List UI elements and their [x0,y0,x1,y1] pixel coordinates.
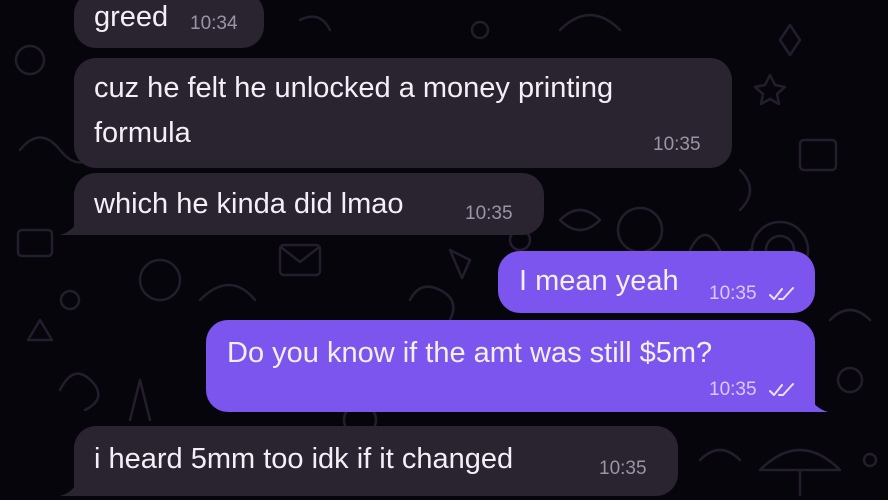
message-text-line: cuz he felt he unlocked a money printing [94,72,614,104]
message-time: 10:35 [709,379,757,400]
message-time: 10:34 [190,13,238,34]
bubble-tail [60,478,80,496]
bubble-tail [60,217,80,235]
double-check-icon [769,287,794,300]
message-time: 10:35 [465,203,513,224]
double-check-icon [769,383,794,396]
message-text: I mean yeah [519,265,679,297]
incoming-message-bubble[interactable]: cuz he felt he unlocked a money printing… [74,58,732,168]
message-text: i heard 5mm too idk if it changed [94,443,514,475]
bubble-tail [808,394,828,412]
message-time: 10:35 [709,283,757,304]
message-time: 10:35 [653,134,701,155]
incoming-message-bubble[interactable]: greed 10:34 [74,0,264,48]
outgoing-message-bubble[interactable]: Do you know if the amt was still $5m? 10… [206,320,815,412]
outgoing-message-bubble[interactable]: I mean yeah 10:35 [498,251,815,313]
message-text: Do you know if the amt was still $5m? [227,337,713,369]
message-text: greed [94,1,169,33]
message-text-line: formula [94,117,191,149]
incoming-message-bubble[interactable]: which he kinda did lmao 10:35 [74,173,544,235]
message-time: 10:35 [599,458,647,479]
incoming-message-bubble[interactable]: i heard 5mm too idk if it changed 10:35 [74,426,678,496]
message-text: which he kinda did lmao [94,188,404,220]
